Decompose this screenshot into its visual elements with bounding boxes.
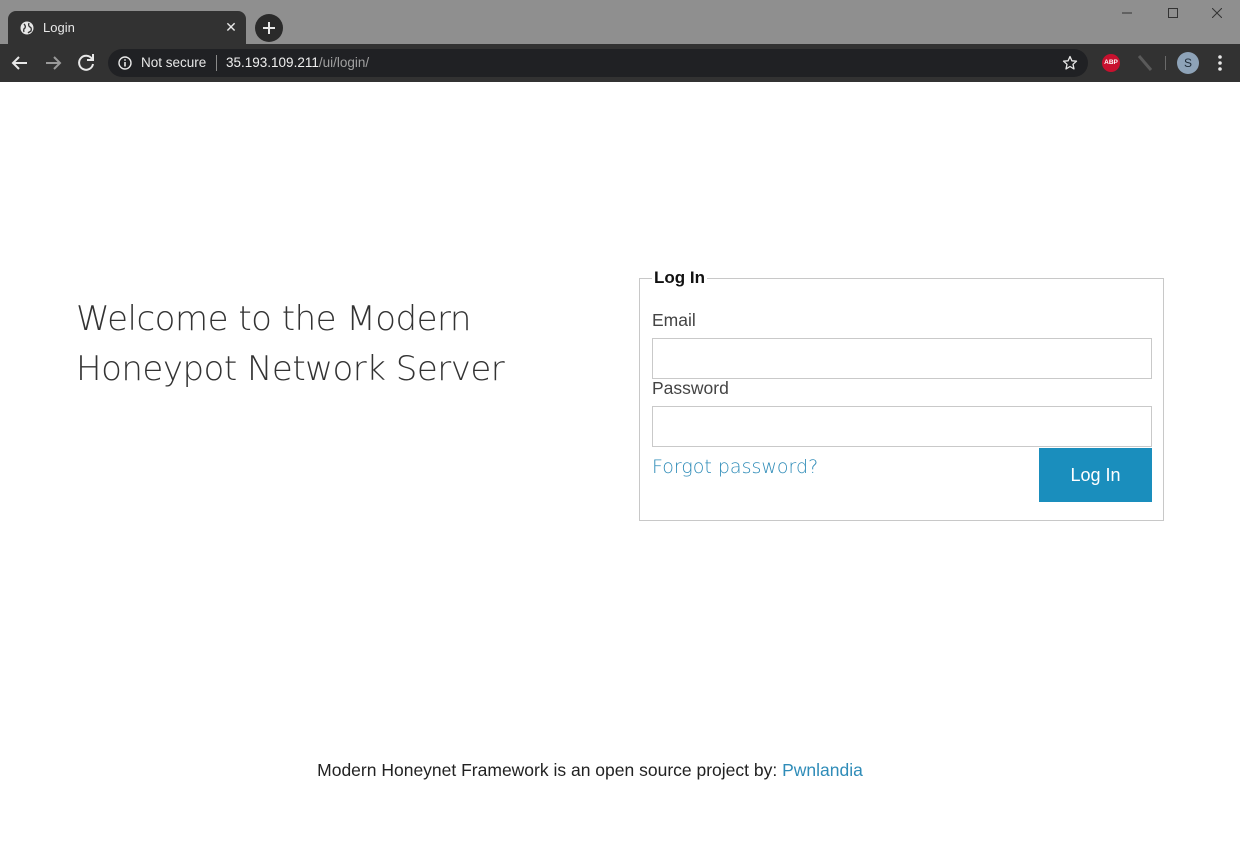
maximize-button[interactable]	[1150, 0, 1196, 28]
extension-slash-icon[interactable]	[1136, 54, 1154, 72]
avatar[interactable]: S	[1177, 52, 1199, 74]
footer: Modern Honeynet Framework is an open sou…	[0, 760, 1180, 781]
email-field[interactable]	[652, 338, 1152, 379]
reload-button[interactable]	[74, 51, 98, 75]
plus-icon	[263, 22, 275, 34]
footer-link[interactable]: Pwnlandia	[782, 760, 863, 780]
minimize-button[interactable]	[1104, 0, 1150, 28]
address-bar[interactable]: Not secure 35.193.109.211/ui/login/	[108, 49, 1088, 77]
globe-icon	[20, 21, 34, 35]
password-field[interactable]	[652, 406, 1152, 447]
login-legend: Log In	[654, 268, 705, 287]
adblock-icon[interactable]: ABP	[1102, 54, 1120, 72]
omnibox-divider	[216, 55, 217, 71]
welcome-line-2: Honeypot Network Server	[76, 349, 505, 389]
login-form: Log In Email Password Forgot password? L…	[639, 268, 1164, 521]
maximize-icon	[1168, 8, 1178, 18]
kebab-menu-icon[interactable]	[1212, 53, 1228, 73]
email-label: Email	[652, 310, 696, 330]
toolbar-divider	[1165, 56, 1166, 70]
login-button[interactable]: Log In	[1039, 448, 1152, 502]
forward-button[interactable]	[41, 51, 65, 75]
browser-toolbar: Not secure 35.193.109.211/ui/login/ ABP …	[0, 44, 1240, 82]
close-icon[interactable]: ✕	[223, 17, 239, 37]
url-text[interactable]: 35.193.109.211/ui/login/	[226, 55, 369, 70]
welcome-line-1: Welcome to the Modern	[76, 299, 471, 339]
minimize-icon	[1122, 12, 1132, 14]
browser-titlebar: Login ✕	[0, 0, 1240, 45]
url-host: 35.193.109.211	[226, 55, 319, 70]
reload-icon	[78, 54, 94, 71]
tab-title: Login	[43, 20, 75, 35]
back-arrow-icon	[11, 56, 27, 70]
star-icon[interactable]	[1062, 55, 1078, 71]
forgot-password-link[interactable]: Forgot password?	[652, 456, 818, 478]
password-label: Password	[652, 378, 729, 398]
back-button[interactable]	[8, 51, 32, 75]
forward-arrow-icon	[46, 56, 62, 70]
browser-tab[interactable]: Login ✕	[8, 11, 246, 45]
window-close-icon	[1212, 8, 1222, 18]
welcome-heading: Welcome to the Modern Honeypot Network S…	[76, 294, 556, 394]
new-tab-button[interactable]	[255, 14, 283, 42]
url-path: /ui/login/	[318, 55, 370, 70]
footer-text: Modern Honeynet Framework is an open sou…	[317, 760, 783, 780]
window-close-button[interactable]	[1194, 0, 1240, 28]
security-label[interactable]: Not secure	[141, 55, 206, 70]
info-icon[interactable]	[118, 56, 132, 70]
